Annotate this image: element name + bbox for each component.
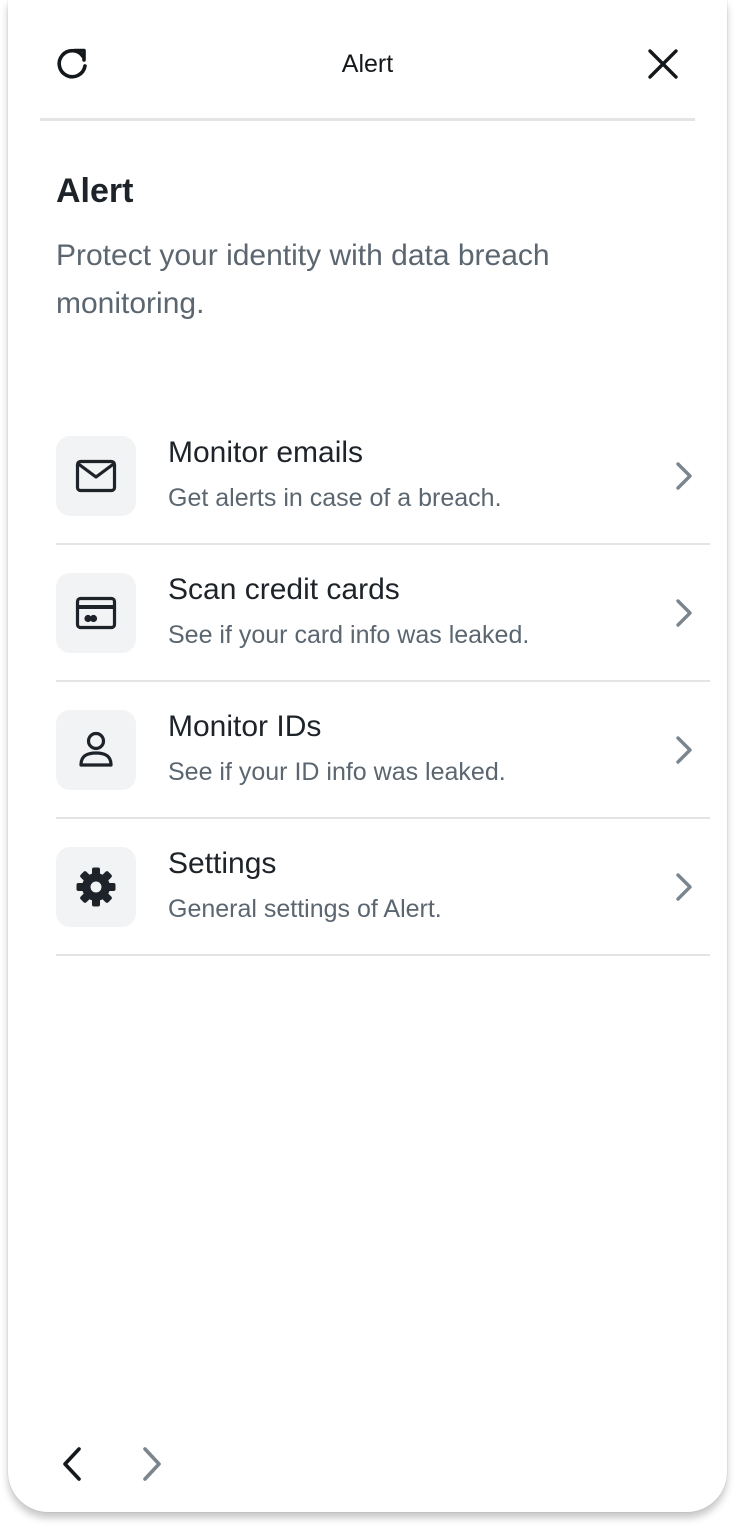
- feature-list: Monitor emails Get alerts in case of a b…: [56, 408, 710, 956]
- mail-icon-tile: [56, 436, 136, 516]
- gear-icon-tile: [56, 847, 136, 927]
- footer-navigation: [48, 1436, 188, 1492]
- back-button[interactable]: [48, 1436, 96, 1492]
- list-item-scan-credit-cards[interactable]: Scan credit cards See if your card info …: [56, 545, 710, 682]
- forward-button[interactable]: [128, 1436, 176, 1492]
- list-item-settings[interactable]: Settings General settings of Alert.: [56, 819, 710, 956]
- list-item-monitor-ids[interactable]: Monitor IDs See if your ID info was leak…: [56, 682, 710, 819]
- panel-header: Alert: [40, 0, 695, 121]
- close-button[interactable]: [639, 40, 687, 88]
- item-subtitle: See if your ID info was leaked.: [168, 758, 506, 786]
- mail-icon: [75, 459, 117, 493]
- close-icon: [648, 49, 678, 79]
- page-title: Alert: [56, 172, 134, 210]
- list-item-monitor-emails[interactable]: Monitor emails Get alerts in case of a b…: [56, 408, 710, 545]
- header-title: Alert: [341, 50, 394, 78]
- item-subtitle: General settings of Alert.: [168, 895, 442, 923]
- chevron-right-icon: [143, 1447, 161, 1481]
- item-subtitle: See if your card info was leaked.: [168, 621, 530, 649]
- chevron-right-icon: [670, 734, 698, 766]
- item-subtitle: Get alerts in case of a breach.: [168, 484, 502, 512]
- page-description: Protect your identity with data breach m…: [56, 239, 550, 320]
- chevron-right-icon: [670, 871, 698, 903]
- item-title: Monitor emails: [168, 436, 364, 469]
- chevron-left-icon: [63, 1447, 81, 1481]
- item-title: Monitor IDs: [168, 710, 322, 743]
- item-title: Scan credit cards: [168, 573, 400, 606]
- gear-icon: [76, 867, 116, 907]
- chevron-right-icon: [670, 460, 698, 492]
- person-icon: [79, 731, 113, 767]
- credit-card-icon-tile: [56, 573, 136, 653]
- item-title: Settings: [168, 847, 277, 880]
- person-icon-tile: [56, 710, 136, 790]
- alert-panel: Alert Alert Protect your identity with d…: [8, 0, 727, 1512]
- chevron-right-icon: [670, 597, 698, 629]
- credit-card-icon: [75, 596, 117, 630]
